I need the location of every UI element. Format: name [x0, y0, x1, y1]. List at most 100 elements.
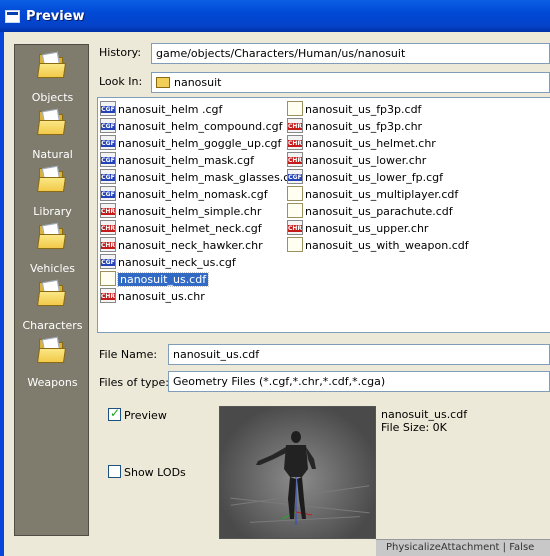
history-value: game/objects/Characters/Human/us/nanosui…: [156, 47, 406, 60]
places-item-label: Vehicles: [29, 262, 76, 275]
chr-file-icon: [100, 220, 116, 235]
chr-file-icon: [287, 118, 303, 133]
background-window-text: PhysicalizeAttachment | False: [386, 542, 535, 553]
places-item-label: Natural: [32, 148, 73, 161]
places-item-label: Weapons: [27, 376, 78, 389]
model-preview-viewport[interactable]: [219, 406, 376, 539]
cgf-file-icon: [100, 118, 116, 133]
places-item-label: Characters: [22, 319, 83, 332]
places-item-label: Library: [33, 205, 72, 218]
chr-file-icon: [287, 135, 303, 150]
cdf-file-icon: [287, 237, 303, 252]
file-list-item[interactable]: nanosuit_us_fp3p.cdf: [287, 101, 421, 118]
look-in-value: nanosuit: [174, 76, 222, 89]
file-name: nanosuit_helm_nomask.cgf: [118, 188, 268, 201]
places-item-weapons[interactable]: Weapons: [15, 334, 90, 391]
file-list-item[interactable]: nanosuit_us_fp3p.chr: [287, 118, 422, 135]
files-of-type-label: Files of type:: [99, 376, 170, 389]
file-list-item[interactable]: nanosuit_us_parachute.cdf: [287, 203, 453, 220]
file-name: nanosuit_helm_compound.cgf: [118, 120, 283, 133]
background-window-strip: PhysicalizeAttachment | False: [376, 539, 550, 556]
cdf-file-icon: [287, 186, 303, 201]
preview-checkbox[interactable]: [108, 406, 121, 421]
history-label: History:: [99, 46, 142, 59]
window-icon: [5, 10, 20, 23]
file-name-label: File Name:: [99, 348, 158, 361]
file-name: nanosuit_helmet_neck.cgf: [118, 222, 262, 235]
chr-file-icon: [287, 152, 303, 167]
file-name: nanosuit_us_with_weapon.cdf: [305, 239, 469, 252]
places-item-objects[interactable]: Objects: [15, 49, 90, 106]
file-name: nanosuit_neck_hawker.chr: [118, 239, 263, 252]
file-name: nanosuit_helm_mask_glasses.cgf: [118, 171, 301, 184]
cgf-file-icon: [100, 169, 116, 184]
places-item-vehicles[interactable]: Vehicles: [15, 220, 90, 277]
files-of-type-value: Geometry Files (*.cgf,*.chr,*.cdf,*.cga): [173, 375, 386, 388]
folder-icon: [36, 222, 67, 250]
preview-checkbox-label: Preview: [124, 409, 167, 422]
places-item-characters[interactable]: Characters: [15, 277, 90, 334]
file-list-item[interactable]: nanosuit_helm_mask.cgf: [100, 152, 254, 169]
folder-icon: [36, 279, 67, 307]
file-list-item[interactable]: nanosuit_helm_compound.cgf: [100, 118, 283, 135]
file-name: nanosuit_helm_mask.cgf: [118, 154, 254, 167]
title-bar: Preview: [0, 0, 550, 32]
nanosuit-model-figure: [256, 431, 316, 525]
cgf-file-icon: [100, 186, 116, 201]
file-list-item[interactable]: nanosuit_us_lower_fp.cgf: [287, 169, 443, 186]
file-list-item[interactable]: nanosuit_neck_hawker.chr: [100, 237, 263, 254]
file-name: nanosuit_helm_goggle_up.cgf: [118, 137, 282, 150]
file-list-item[interactable]: nanosuit_us_with_weapon.cdf: [287, 237, 469, 254]
file-name-input[interactable]: nanosuit_us.cdf: [168, 344, 550, 365]
history-combo[interactable]: game/objects/Characters/Human/us/nanosui…: [151, 43, 550, 64]
file-name: nanosuit_us_lower_fp.cgf: [305, 171, 444, 184]
file-name: nanosuit_us_lower.chr: [305, 154, 427, 167]
folder-icon: [36, 51, 67, 79]
file-list-item[interactable]: nanosuit_helmet_neck.cgf: [100, 220, 262, 237]
file-list[interactable]: nanosuit_helm .cgf nanosuit_helm_compound…: [97, 97, 550, 333]
file-list-item[interactable]: nanosuit_helm_simple.chr: [100, 203, 261, 220]
places-item-library[interactable]: Library: [15, 163, 90, 220]
file-list-item[interactable]: nanosuit_helm .cgf: [100, 101, 222, 118]
file-list-item[interactable]: nanosuit_us.cdf: [100, 271, 210, 288]
file-name: nanosuit_us_fp3p.cdf: [305, 103, 422, 116]
file-list-item[interactable]: nanosuit_us_lower.chr: [287, 152, 426, 169]
cgf-file-icon: [100, 254, 116, 269]
cdf-file-icon: [287, 203, 303, 218]
file-list-item[interactable]: nanosuit_helm_mask_glasses.cgf: [100, 169, 300, 186]
cdf-file-icon: [287, 101, 303, 116]
folder-icon: [36, 108, 67, 136]
folder-icon: [36, 336, 67, 364]
file-list-item[interactable]: nanosuit_helm_nomask.cgf: [100, 186, 268, 203]
file-name: nanosuit_helm_simple.chr: [118, 205, 262, 218]
chr-file-icon: [100, 237, 116, 252]
file-name: nanosuit_neck_us.cgf: [118, 256, 236, 269]
cgf-file-icon: [287, 169, 303, 184]
show-lods-checkbox[interactable]: [108, 465, 121, 478]
look-in-combo[interactable]: nanosuit: [151, 72, 550, 93]
cdf-file-icon: [100, 271, 116, 286]
file-list-item[interactable]: nanosuit_us_multiplayer.cdf: [287, 186, 458, 203]
file-name: nanosuit_us_helmet.chr: [305, 137, 436, 150]
file-list-item[interactable]: nanosuit_neck_us.cgf: [100, 254, 236, 271]
folder-icon: [156, 77, 170, 88]
file-name: nanosuit_helm .cgf: [118, 103, 223, 116]
file-name: nanosuit_us.cdf: [116, 272, 210, 287]
file-list-item[interactable]: nanosuit_helm_goggle_up.cgf: [100, 135, 281, 152]
chr-file-icon: [100, 288, 116, 303]
cgf-file-icon: [100, 135, 116, 150]
preview-file-name: nanosuit_us.cdf: [381, 408, 468, 421]
places-item-natural[interactable]: Natural: [15, 106, 90, 163]
file-name-value: nanosuit_us.cdf: [173, 348, 260, 361]
places-bar: Objects Natural Library Vehicles Characters W…: [14, 44, 89, 536]
files-of-type-combo[interactable]: Geometry Files (*.cgf,*.chr,*.cdf,*.cga): [168, 371, 550, 392]
cgf-file-icon: [100, 101, 116, 116]
file-name: nanosuit_us_multiplayer.cdf: [305, 188, 459, 201]
preview-file-size: File Size: 0K: [381, 421, 447, 434]
chr-file-icon: [287, 220, 303, 235]
file-name: nanosuit_us.chr: [118, 290, 205, 303]
window-title: Preview: [26, 9, 85, 24]
file-list-item[interactable]: nanosuit_us.chr: [100, 288, 205, 305]
file-list-item[interactable]: nanosuit_us_upper.chr: [287, 220, 428, 237]
file-list-item[interactable]: nanosuit_us_helmet.chr: [287, 135, 436, 152]
